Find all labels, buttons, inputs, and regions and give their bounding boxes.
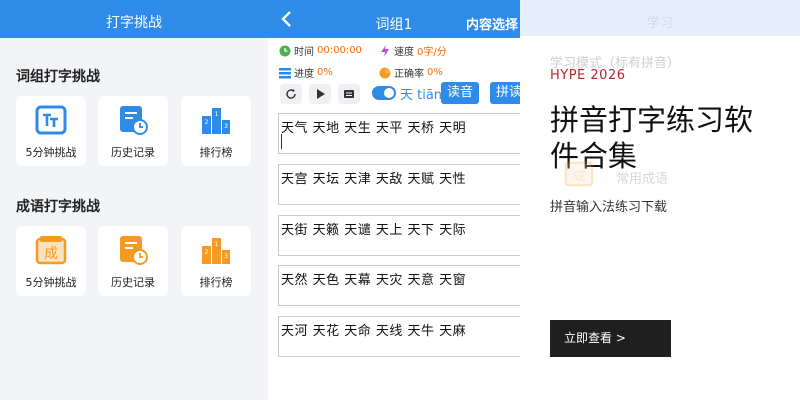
lightning-icon: [381, 44, 389, 57]
status-bar: [0, 0, 268, 8]
tile-idiom-history[interactable]: 历史记录: [98, 226, 168, 296]
word-row-text: 天河 天花 天命 天线 天牛 天麻: [281, 324, 467, 339]
keyboard-icon: [344, 90, 354, 98]
svg-text:成: 成: [572, 169, 585, 185]
svg-text:2: 2: [205, 119, 209, 126]
section-title-phrase: 词组打字挑战: [16, 69, 100, 85]
tile-label: 历史记录: [111, 276, 155, 289]
tile-idiom-ranking[interactable]: 2 1 3 排行榜: [181, 226, 251, 296]
stat-time: 时间 00:00:00: [279, 43, 362, 58]
refresh-icon: [286, 89, 296, 99]
pinyin-toggle[interactable]: [372, 86, 396, 100]
tile-label: 排行榜: [199, 276, 233, 289]
svg-text:2: 2: [205, 249, 209, 256]
stat-value: 00:00:00: [317, 45, 362, 56]
faded-idiom-label: 常用成语: [616, 172, 669, 187]
faded-nav-bar: 学习: [520, 0, 800, 36]
word-input-box[interactable]: 天然 天色 天幕 天灾 天意 天窗: [278, 265, 530, 306]
word-input-box[interactable]: 天气 天地 天生 天平 天桥 天明: [278, 113, 530, 154]
read-aloud-button[interactable]: 读音: [441, 82, 480, 104]
svg-text:3: 3: [224, 253, 228, 260]
stat-value: 0%: [427, 67, 443, 78]
typing-challenge-screen: 打字挑战 词组打字挑战 5分钟挑战 历史记录 2 1 3 排行榜 成语打字挑战 …: [0, 0, 268, 400]
text-caret: [281, 134, 282, 149]
word-row-text: 天然 天色 天幕 天灾 天意 天窗: [281, 273, 467, 288]
svg-text:1: 1: [215, 241, 219, 248]
tile-label: 5分钟挑战: [25, 276, 77, 289]
section-title-idiom: 成语打字挑战: [16, 199, 100, 215]
progress-bars-icon: [279, 67, 291, 78]
screenshot-root: 打字挑战 词组打字挑战 5分钟挑战 历史记录 2 1 3 排行榜 成语打字挑战 …: [0, 0, 800, 400]
play-button[interactable]: [309, 84, 331, 104]
word-input-box[interactable]: 天宫 天坛 天津 天敌 天赋 天性: [278, 164, 530, 205]
stat-value: 0%: [317, 67, 333, 78]
stat-accuracy: 正确率 0%: [379, 65, 443, 80]
keyboard-button[interactable]: [338, 84, 360, 104]
history-clock-icon: [120, 106, 148, 135]
pie-chart-icon: [379, 67, 391, 78]
stat-label: 进度: [294, 69, 314, 80]
stat-value: 0字/分: [417, 47, 447, 58]
svg-text:成: 成: [44, 246, 58, 262]
cheng-idiom-icon: 成: [564, 161, 594, 187]
word-row-text: 天气 天地 天生 天平 天桥 天明: [281, 121, 467, 136]
tt-typing-icon: [35, 105, 67, 135]
promo-overlay: 学习 学习模式（标有拼音） HYPE 2026 拼音打字练习软件合集 成 常用成…: [520, 0, 800, 400]
clock-icon: [279, 45, 291, 56]
promo-subtitle: 拼音输入法练习下载: [550, 200, 668, 215]
word-input-box[interactable]: 天街 天籁 天谴 天上 天下 天际: [278, 215, 530, 256]
nav-bar: 词组1 内容选择: [268, 0, 520, 38]
stat-label: 时间: [294, 47, 314, 58]
tile-label: 历史记录: [111, 146, 155, 159]
faded-title: 学习: [646, 16, 673, 31]
word-input-box[interactable]: 天河 天花 天命 天线 天牛 天麻: [278, 316, 530, 357]
word-row-text: 天宫 天坛 天津 天敌 天赋 天性: [281, 172, 467, 187]
play-icon: [317, 89, 325, 99]
podium-icon: 2 1 3: [202, 238, 230, 264]
tile-phrase-5min[interactable]: 5分钟挑战: [16, 96, 86, 166]
podium-icon: 2 1 3: [202, 108, 230, 134]
tile-phrase-ranking[interactable]: 2 1 3 排行榜: [181, 96, 251, 166]
brand-label: HYPE 2026: [550, 68, 626, 83]
stat-speed: 速度 0字/分: [379, 43, 447, 58]
content-select-button[interactable]: 内容选择: [466, 14, 518, 33]
stat-label: 正确率: [394, 69, 424, 80]
tile-idiom-5min[interactable]: 成 5分钟挑战: [16, 226, 86, 296]
stat-progress: 进度 0%: [279, 65, 333, 80]
tile-label: 排行榜: [199, 146, 233, 159]
svg-text:3: 3: [224, 123, 228, 130]
nav-bar: 打字挑战: [0, 8, 268, 38]
word-row-text: 天街 天籁 天谴 天上 天下 天际: [281, 223, 467, 238]
pinyin-hint: 天 tiān: [400, 88, 443, 103]
tile-phrase-history[interactable]: 历史记录: [98, 96, 168, 166]
cheng-idiom-icon: 成: [35, 236, 67, 265]
page-title: 打字挑战: [106, 15, 162, 31]
refresh-button[interactable]: [280, 84, 302, 104]
history-clock-icon: [120, 236, 148, 265]
stat-label: 速度: [394, 47, 414, 58]
view-now-button[interactable]: 立即查看 >: [550, 320, 671, 357]
tile-label: 5分钟挑战: [25, 146, 77, 159]
svg-text:1: 1: [215, 111, 219, 118]
